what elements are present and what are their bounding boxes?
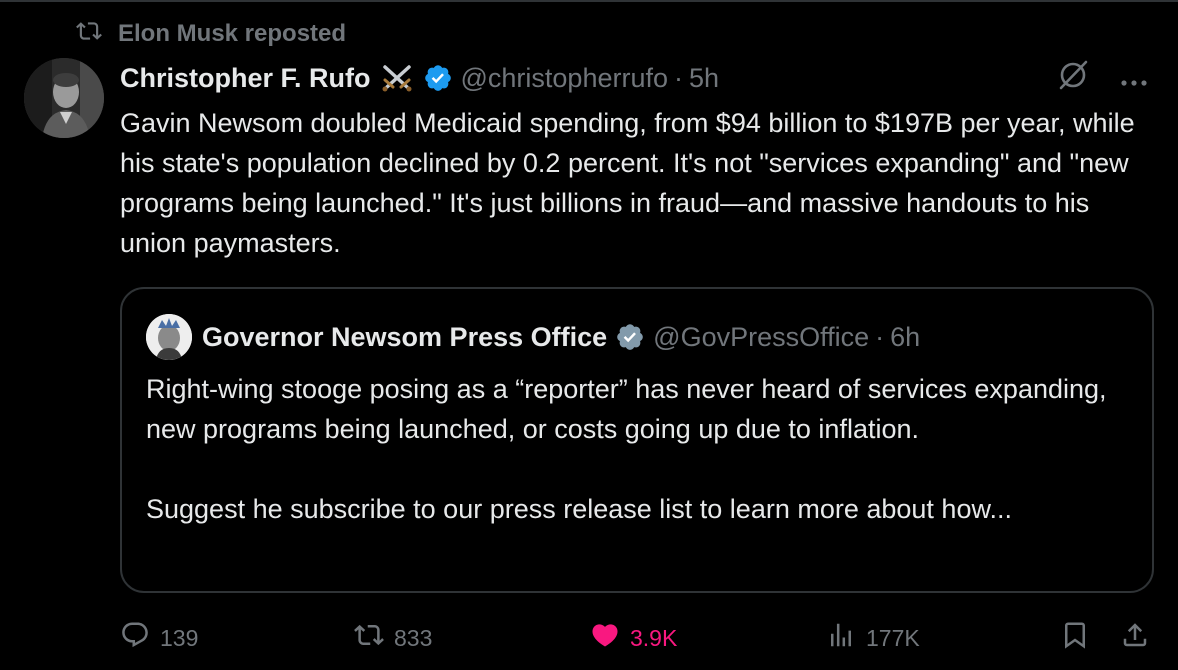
repost-label: Elon Musk reposted: [118, 20, 347, 47]
quoted-paragraph-2: Suggest he subscribe to our press releas…: [146, 494, 1012, 524]
quoted-author-avatar: [146, 314, 192, 360]
repost-indicator[interactable]: Elon Musk reposted: [76, 19, 346, 49]
reply-button[interactable]: 139: [120, 618, 198, 658]
share-button[interactable]: [1120, 618, 1150, 658]
views-chart-icon: [826, 620, 856, 656]
heart-icon: [590, 620, 620, 656]
author-avatar[interactable]: [24, 58, 104, 138]
quoted-paragraph-1: Right-wing stooge posing as a “reporter”…: [146, 374, 1107, 444]
quoted-separator-dot: ·: [875, 321, 885, 352]
repost-action-icon: [354, 620, 384, 656]
tweet-header: Christopher F. Rufo @christopherrufo · 5…: [120, 58, 1148, 98]
verified-badge-icon[interactable]: [423, 63, 453, 93]
author-handle[interactable]: @christopherrufo: [461, 63, 669, 94]
quoted-verified-badge-icon[interactable]: [615, 322, 645, 352]
reply-icon: [120, 620, 150, 656]
top-divider: [0, 0, 1178, 2]
views-button[interactable]: 177K: [826, 618, 920, 658]
quoted-tweet-card[interactable]: Governor Newsom Press Office @GovPressOf…: [120, 287, 1154, 593]
bookmark-button[interactable]: [1060, 618, 1090, 658]
quoted-author-name[interactable]: Governor Newsom Press Office: [202, 322, 607, 353]
repost-icon: [76, 18, 102, 51]
tweet-timestamp[interactable]: 5h: [689, 63, 719, 94]
like-button[interactable]: 3.9K: [590, 618, 677, 658]
grok-icon[interactable]: [1056, 58, 1090, 99]
author-name[interactable]: Christopher F. Rufo: [120, 63, 371, 94]
bookmark-icon: [1060, 620, 1090, 656]
quoted-author-handle[interactable]: @GovPressOffice: [653, 322, 869, 353]
header-actions: [1056, 58, 1148, 98]
repost-button[interactable]: 833: [354, 618, 432, 658]
separator-dot: ·: [674, 62, 683, 93]
quoted-tweet-header: Governor Newsom Press Office @GovPressOf…: [146, 313, 920, 361]
reply-count: 139: [160, 624, 199, 651]
quoted-tweet-timestamp[interactable]: 6h: [890, 322, 920, 353]
tweet-text: Gavin Newsom doubled Medicaid spending, …: [120, 108, 1135, 258]
tweet-actions-bar: 139 833 3.9K 177K: [120, 618, 1160, 658]
quoted-tweet-text: Right-wing stooge posing as a “reporter”…: [146, 369, 1136, 529]
crossed-swords-icon: [379, 63, 415, 93]
views-count: 177K: [866, 624, 920, 651]
repost-count: 833: [394, 624, 433, 651]
like-count: 3.9K: [630, 624, 678, 651]
share-icon: [1120, 620, 1150, 656]
more-options-icon[interactable]: [1120, 63, 1148, 94]
